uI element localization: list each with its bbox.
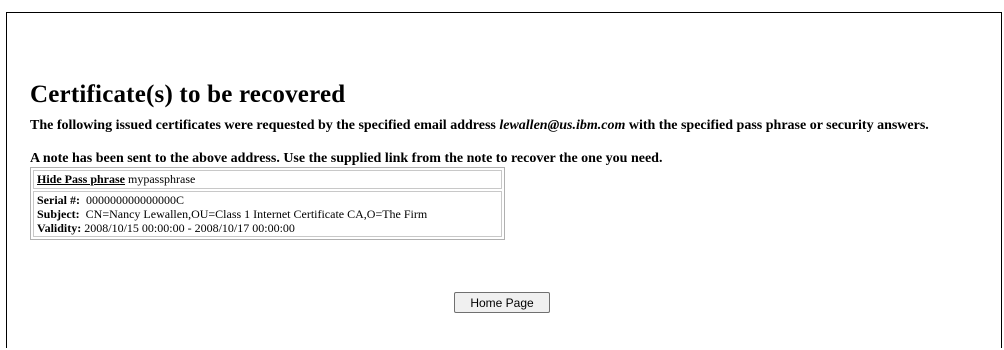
pass-phrase-value: mypassphrase [128, 172, 196, 186]
email-address: lewallen@us.ibm.com [499, 118, 626, 133]
note-text: A note has been sent to the above addres… [30, 151, 663, 166]
page-title: Certificate(s) to be recovered [30, 81, 346, 108]
button-bar: Home Page [0, 292, 1004, 313]
certificate-table: Hide Pass phrase mypassphrase Serial #: … [30, 167, 505, 240]
intro-suffix: with the specified pass phrase or securi… [625, 118, 929, 133]
pass-phrase-row: Hide Pass phrase mypassphrase [33, 170, 502, 189]
subject-line: Subject: CN=Nancy Lewallen,OU=Class 1 In… [37, 207, 498, 221]
home-page-button[interactable]: Home Page [454, 292, 550, 313]
serial-line: Serial #: 000000000000000C [37, 193, 498, 207]
validity-line: Validity: 2008/10/15 00:00:00 - 2008/10/… [37, 221, 498, 235]
serial-value: 000000000000000C [86, 193, 185, 207]
serial-label: Serial #: [37, 193, 80, 207]
subject-label: Subject: [37, 207, 80, 221]
certificate-details: Serial #: 000000000000000C Subject: CN=N… [33, 191, 502, 237]
intro-prefix: The following issued certificates were r… [30, 118, 500, 133]
validity-value: 2008/10/15 00:00:00 - 2008/10/17 00:00:0… [84, 221, 295, 235]
intro-text: The following issued certificates were r… [30, 118, 985, 134]
validity-label: Validity: [37, 221, 82, 235]
hide-pass-phrase-link[interactable]: Hide Pass phrase [37, 172, 125, 186]
main-content: Certificate(s) to be recovered The follo… [30, 80, 990, 240]
subject-value: CN=Nancy Lewallen,OU=Class 1 Internet Ce… [85, 207, 428, 221]
